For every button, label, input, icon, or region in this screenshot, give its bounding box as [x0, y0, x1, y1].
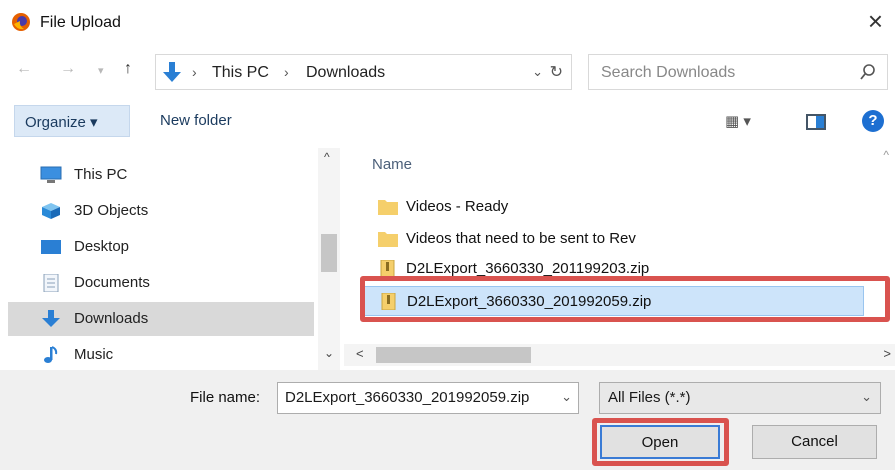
cancel-button[interactable]: Cancel — [752, 425, 877, 459]
nav-item-desktop[interactable]: Desktop — [8, 230, 314, 264]
nav-item-label: 3D Objects — [74, 202, 149, 219]
file-name: Videos - Ready — [406, 198, 509, 215]
folder-icon — [378, 200, 398, 215]
downloads-location-icon — [163, 62, 181, 82]
chevron-down-icon[interactable]: ⌄ — [861, 389, 872, 405]
desktop-icon — [41, 240, 61, 254]
file-list: ^ Name Videos - Ready Videos that need t… — [344, 148, 895, 370]
zip-file-icon — [380, 260, 395, 276]
scrollbar-thumb[interactable] — [321, 234, 337, 272]
cube-icon — [42, 203, 60, 219]
scroll-up-icon[interactable]: ^ — [324, 150, 330, 164]
nav-item-this-pc[interactable]: This PC — [8, 158, 314, 192]
forward-arrow-icon[interactable]: → — [60, 60, 76, 78]
recent-locations-icon[interactable]: ▾ — [98, 64, 104, 77]
nav-item-downloads[interactable]: Downloads — [8, 302, 314, 336]
organize-button[interactable]: Organize ▾ — [14, 105, 130, 137]
document-icon — [43, 274, 59, 292]
scroll-down-icon[interactable]: ⌄ — [324, 346, 334, 360]
navigation-pane: This PC 3D Objects Desktop Documents Dow… — [0, 148, 342, 370]
search-placeholder: Search Downloads — [601, 64, 736, 81]
refresh-icon[interactable]: ↻ — [550, 62, 563, 82]
nav-item-label: Music — [74, 346, 114, 363]
breadcrumb-chevron-icon: › — [192, 64, 197, 80]
download-arrow-icon — [42, 310, 60, 327]
help-icon[interactable]: ? — [862, 110, 884, 132]
nav-item-label: This PC — [74, 166, 128, 183]
breadcrumb-downloads[interactable]: Downloads — [306, 64, 385, 82]
file-type-value: All Files (*.*) — [608, 389, 691, 406]
bottom-panel: File name: D2LExport_3660330_201992059.z… — [0, 370, 895, 470]
close-icon[interactable]: × — [868, 8, 883, 34]
new-folder-button[interactable]: New folder — [160, 112, 232, 129]
scroll-left-icon[interactable]: < — [356, 346, 364, 361]
command-toolbar: Organize ▾ New folder ▦ ▾ ? — [0, 100, 895, 144]
up-arrow-icon[interactable]: ↑ — [124, 60, 132, 78]
scroll-right-icon[interactable]: > — [883, 346, 891, 361]
file-name: Videos that need to be sent to Rev — [406, 230, 636, 247]
folder-icon — [378, 232, 398, 247]
breadcrumb-this-pc[interactable]: This PC — [212, 64, 269, 82]
nav-item-3d-objects[interactable]: 3D Objects — [8, 194, 314, 228]
file-name-input[interactable]: D2LExport_3660330_201992059.zip ⌄ — [277, 382, 579, 414]
nav-item-label: Desktop — [74, 238, 130, 255]
file-name: D2LExport_3660330_201199203.zip — [406, 260, 650, 276]
view-options-icon[interactable]: ▦ ▾ — [725, 112, 751, 130]
preview-pane-icon[interactable] — [806, 114, 826, 130]
scrollbar-thumb[interactable] — [376, 347, 531, 363]
highlight-annotation-open — [592, 418, 729, 466]
file-type-select[interactable]: All Files (*.*) ⌄ — [599, 382, 881, 414]
nav-item-label: Downloads — [74, 310, 149, 327]
window-title: File Upload — [40, 14, 121, 31]
firefox-icon — [12, 13, 30, 31]
search-icon — [860, 64, 875, 80]
back-arrow-icon[interactable]: ← — [16, 60, 32, 78]
file-row-videos-ready[interactable]: Videos - Ready — [364, 192, 864, 222]
file-name-value: D2LExport_3660330_201992059.zip — [285, 389, 530, 406]
nav-item-label: Documents — [74, 274, 150, 291]
file-row-videos-need-sent[interactable]: Videos that need to be sent to Rev — [364, 224, 864, 254]
address-row: ← → ▾ ↑ › This PC › Downloads ⌄ ↻ Search… — [0, 52, 895, 92]
nav-item-documents[interactable]: Documents — [8, 266, 314, 300]
nav-item-music[interactable]: Music — [8, 338, 314, 372]
music-note-icon — [44, 346, 58, 363]
highlight-annotation-file — [360, 276, 890, 322]
search-input[interactable]: Search Downloads — [588, 54, 888, 90]
chevron-down-icon[interactable]: ⌄ — [561, 389, 572, 405]
address-dropdown-icon[interactable]: ⌄ — [532, 64, 543, 80]
file-row-zip-1[interactable]: D2LExport_3660330_201199203.zip — [364, 254, 864, 276]
column-header-name[interactable]: Name — [372, 156, 412, 173]
scroll-up-icon[interactable]: ^ — [883, 148, 889, 162]
title-bar: File Upload × — [0, 0, 895, 46]
address-bar[interactable]: › This PC › Downloads ⌄ ↻ — [155, 54, 572, 90]
file-list-horizontal-scrollbar[interactable]: < > — [344, 344, 895, 366]
file-name-label: File name: — [190, 389, 261, 406]
monitor-icon — [40, 166, 62, 183]
nav-pane-scrollbar[interactable]: ^ ⌄ — [318, 148, 340, 370]
breadcrumb-chevron-icon: › — [284, 64, 289, 80]
